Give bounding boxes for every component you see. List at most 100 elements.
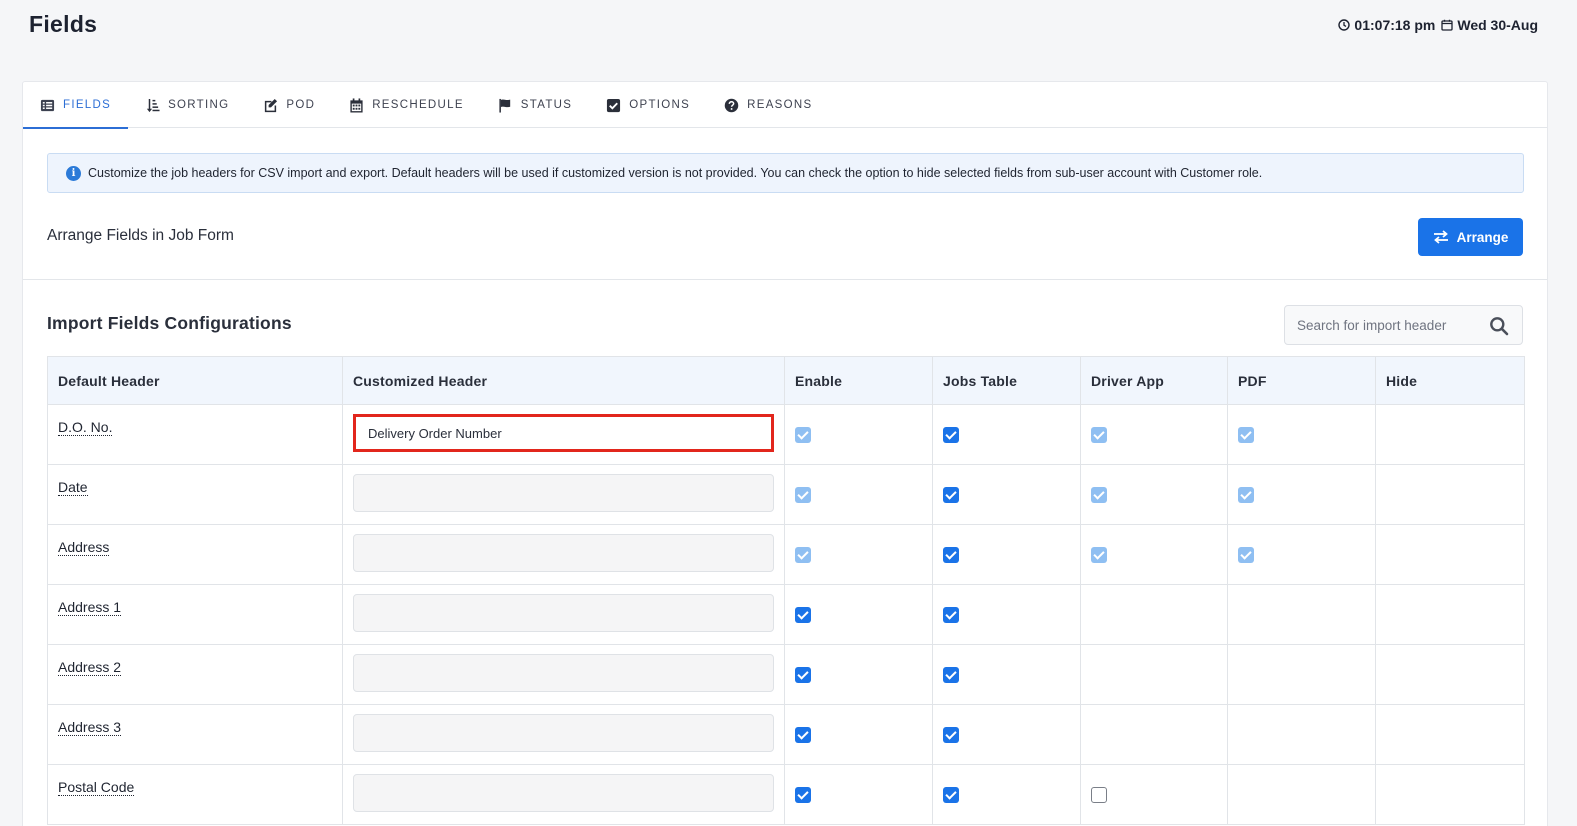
enable-checkbox[interactable] <box>795 727 811 743</box>
driver-app-cell <box>1080 524 1228 585</box>
tab-label: FIELDS <box>63 99 112 111</box>
jobs-table-checkbox[interactable] <box>943 667 959 683</box>
default-header-name: Address 1 <box>58 599 122 616</box>
arrange-button[interactable]: Arrange <box>1418 218 1523 256</box>
driver-app-cell <box>1080 404 1228 465</box>
default-header-cell: Address 2 <box>47 644 343 705</box>
jobs-table-checkbox[interactable] <box>943 547 959 563</box>
default-header-cell: Address 1 <box>47 584 343 645</box>
arrange-button-label: Arrange <box>1456 229 1509 245</box>
jobs-table-cell <box>932 644 1081 705</box>
tab-bar: FIELDS SORTING POD RESCHEDULE STATUS OPT… <box>23 82 1547 129</box>
customized-header-input[interactable] <box>353 594 774 632</box>
pdf-cell <box>1227 704 1376 765</box>
divider <box>23 279 1547 280</box>
section-title: Import Fields Configurations <box>47 313 292 333</box>
tab-reasons[interactable]: REASONS <box>707 82 829 128</box>
table-row: Address 2 <box>47 644 1525 705</box>
jobs-table-checkbox[interactable] <box>943 787 959 803</box>
enable-cell <box>784 644 933 705</box>
table-row: Address 3 <box>47 704 1525 765</box>
jobs-table-cell <box>932 764 1081 825</box>
tab-status[interactable]: STATUS <box>481 82 589 128</box>
hide-cell <box>1375 644 1525 705</box>
list-icon <box>40 99 55 111</box>
hide-cell <box>1375 584 1525 645</box>
tab-fields[interactable]: FIELDS <box>23 82 129 129</box>
jobs-table-checkbox[interactable] <box>943 607 959 623</box>
info-banner: i Customize the job headers for CSV impo… <box>47 153 1524 193</box>
enable-checkbox[interactable] <box>795 607 811 623</box>
enable-checkbox[interactable] <box>795 487 811 503</box>
search-box <box>1284 305 1523 345</box>
column-header: PDF <box>1227 356 1376 405</box>
search-input[interactable] <box>1297 317 1487 333</box>
pdf-checkbox[interactable] <box>1238 487 1254 503</box>
default-header-cell: Address 3 <box>47 704 343 765</box>
edit-icon <box>265 98 278 112</box>
sort-icon <box>146 98 160 112</box>
jobs-table-cell <box>932 464 1081 525</box>
default-header-cell: Address <box>47 524 343 585</box>
tab-reschedule[interactable]: RESCHEDULE <box>332 82 481 128</box>
default-header-cell: Postal Code <box>47 764 343 825</box>
driver-app-cell <box>1080 584 1228 645</box>
pdf-checkbox[interactable] <box>1238 427 1254 443</box>
pdf-cell <box>1227 464 1376 525</box>
customized-header-cell <box>342 644 785 705</box>
jobs-table-checkbox[interactable] <box>943 487 959 503</box>
driver-app-cell <box>1080 764 1228 825</box>
hide-cell <box>1375 524 1525 585</box>
pdf-cell <box>1227 524 1376 585</box>
driver-app-checkbox[interactable] <box>1091 547 1107 563</box>
calendar-icon <box>350 97 363 113</box>
jobs-table-checkbox[interactable] <box>943 727 959 743</box>
search-icon[interactable] <box>1489 316 1509 336</box>
table-row: D.O. No. <box>47 404 1525 465</box>
column-header: Enable <box>784 356 933 405</box>
import-fields-table: Default Header Customized Header Enable … <box>47 356 1525 825</box>
customized-header-cell <box>342 584 785 645</box>
default-header-cell: Date <box>47 464 343 525</box>
jobs-table-cell <box>932 704 1081 765</box>
column-header: Hide <box>1375 356 1525 405</box>
driver-app-checkbox[interactable] <box>1091 487 1107 503</box>
calendar-icon <box>1441 19 1454 31</box>
enable-cell <box>784 764 933 825</box>
customized-header-input[interactable] <box>353 774 774 812</box>
driver-app-checkbox[interactable] <box>1091 427 1107 443</box>
enable-cell <box>784 524 933 585</box>
default-header-name: Date <box>58 479 88 496</box>
customized-header-cell <box>342 524 785 585</box>
customized-header-cell <box>342 764 785 825</box>
enable-checkbox[interactable] <box>795 787 811 803</box>
jobs-table-checkbox[interactable] <box>943 427 959 443</box>
table-row: Address 1 <box>47 584 1525 645</box>
clock: 01:07:18 pm Wed 30-Aug <box>1338 17 1538 33</box>
pdf-checkbox[interactable] <box>1238 547 1254 563</box>
flag-icon <box>499 98 510 113</box>
tab-sorting[interactable]: SORTING <box>128 82 246 128</box>
default-header-name: D.O. No. <box>58 419 113 436</box>
default-header-name: Postal Code <box>58 779 135 796</box>
default-header-cell: D.O. No. <box>47 404 343 465</box>
enable-checkbox[interactable] <box>795 547 811 563</box>
customized-header-input[interactable] <box>353 654 774 692</box>
default-header-name: Address 3 <box>58 719 122 736</box>
tab-options[interactable]: OPTIONS <box>589 82 707 128</box>
tab-label: OPTIONS <box>629 99 691 111</box>
tab-label: STATUS <box>520 99 573 111</box>
customized-header-input[interactable] <box>353 534 774 572</box>
column-header: Customized Header <box>342 356 785 405</box>
driver-app-checkbox[interactable] <box>1091 787 1107 803</box>
customized-header-input[interactable] <box>353 714 774 752</box>
enable-cell <box>784 704 933 765</box>
enable-checkbox[interactable] <box>795 667 811 683</box>
customized-header-input[interactable] <box>353 474 774 512</box>
enable-checkbox[interactable] <box>795 427 811 443</box>
customized-header-input[interactable] <box>353 414 774 452</box>
tab-pod[interactable]: POD <box>246 82 332 128</box>
enable-cell <box>784 464 933 525</box>
hide-cell <box>1375 764 1525 825</box>
jobs-table-cell <box>932 404 1081 465</box>
